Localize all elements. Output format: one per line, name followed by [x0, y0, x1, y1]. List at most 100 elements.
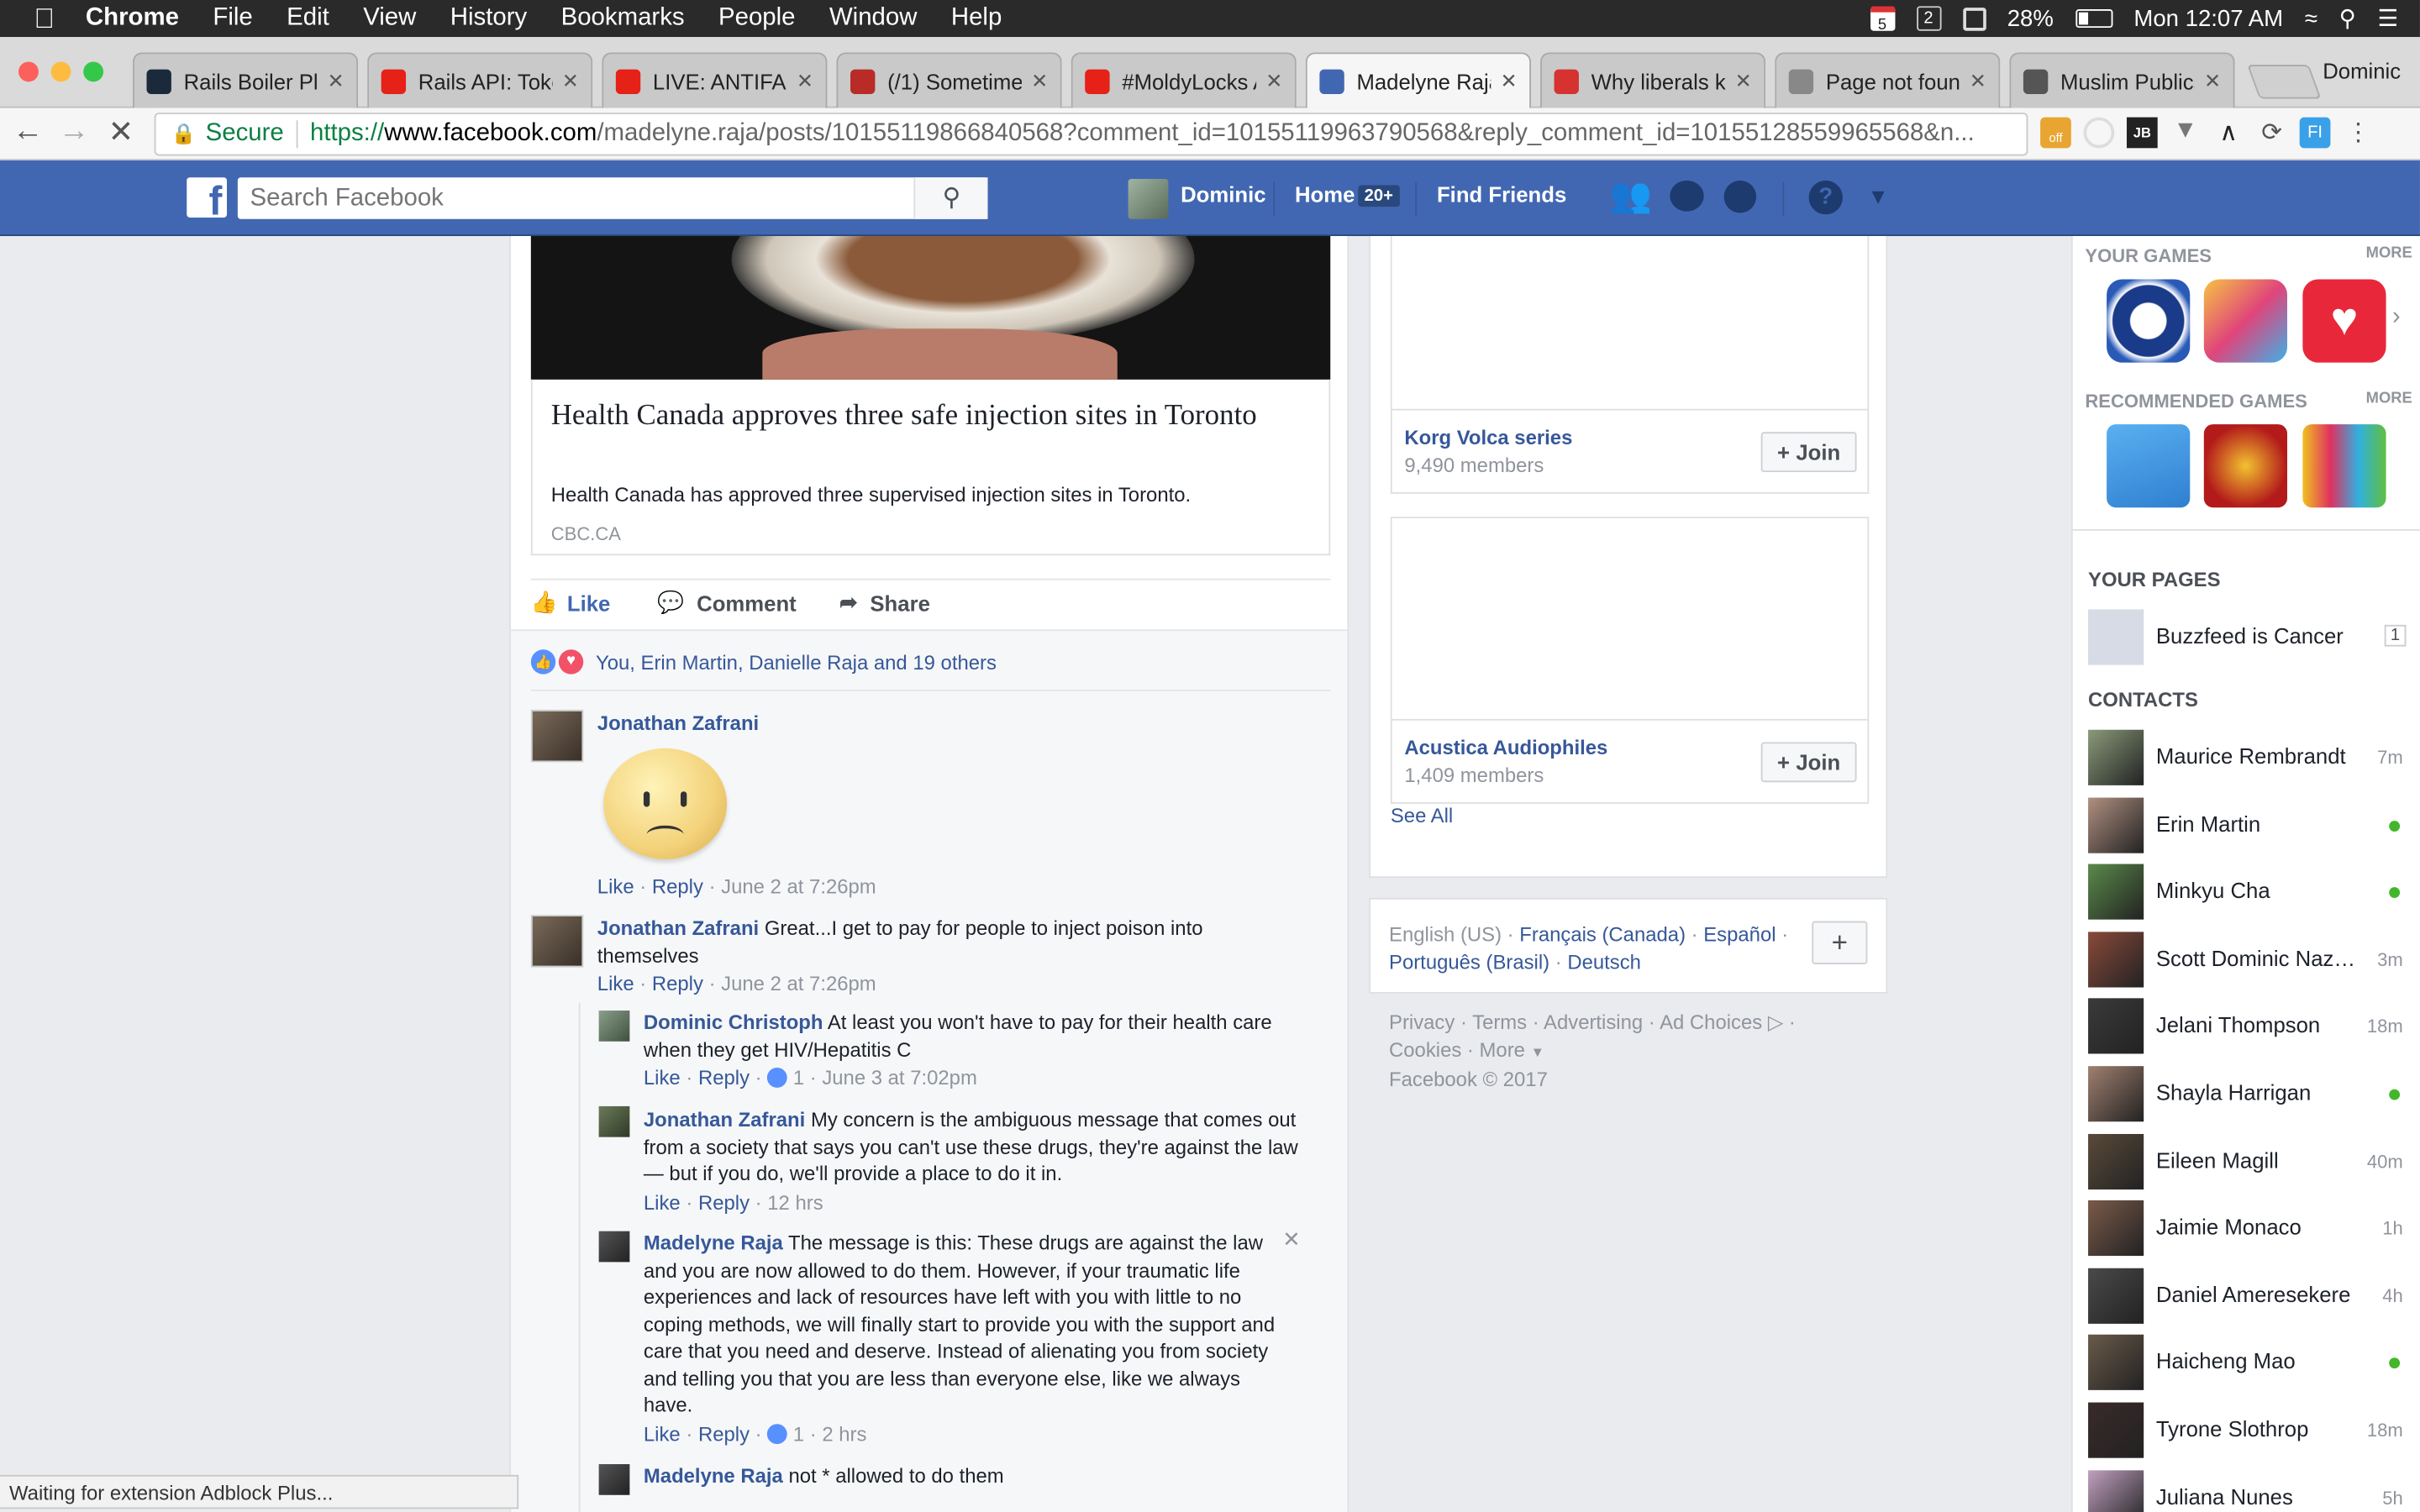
extension-circle-icon[interactable]: [2083, 117, 2115, 149]
contact-item[interactable]: Daniel Ameresekere 4h: [2088, 1268, 2412, 1324]
messenger-icon[interactable]: [1670, 180, 1704, 212]
reply-author[interactable]: Dominic Christoph: [644, 1011, 823, 1034]
reply-avatar[interactable]: [598, 1231, 630, 1263]
search-input[interactable]: [237, 177, 917, 219]
vuejs-extension-icon[interactable]: ▼: [2170, 118, 2201, 149]
contact-item[interactable]: Jelani Thompson 18m: [2088, 999, 2412, 1055]
join-group-button[interactable]: + Join: [1760, 432, 1857, 473]
wifi-icon[interactable]: ≈: [2305, 5, 2317, 31]
contact-item[interactable]: Jaimie Monaco 1h: [2088, 1200, 2412, 1257]
link-title[interactable]: Health Canada approves three safe inject…: [551, 398, 1276, 435]
reply-author[interactable]: Jonathan Zafrani: [644, 1108, 805, 1131]
home-link[interactable]: Home: [1295, 182, 1355, 207]
reply-avatar[interactable]: [598, 1105, 630, 1137]
jb-extension-icon[interactable]: JB: [2126, 117, 2158, 149]
comment-time[interactable]: June 2 at 7:26pm: [721, 874, 876, 898]
share-button[interactable]: ➦ Share: [839, 590, 930, 616]
search-button[interactable]: ⚲: [913, 177, 988, 219]
contact-item[interactable]: Erin Martin: [2088, 796, 2412, 853]
recommended-more-link[interactable]: MORE: [2366, 391, 2412, 407]
browser-tab[interactable]: Muslim Publics ✕: [2009, 52, 2235, 108]
wsop-poker-game-icon[interactable]: [2107, 279, 2191, 363]
find-friends-link[interactable]: Find Friends: [1437, 182, 1566, 207]
menu-people[interactable]: People: [718, 5, 796, 33]
spaces-icon[interactable]: 2: [1916, 6, 1941, 31]
group-name[interactable]: Korg Volca series: [1404, 426, 1572, 449]
friend-requests-icon[interactable]: 👥: [1610, 176, 1652, 216]
contact-item[interactable]: Scott Dominic Nazar... 3m: [2088, 931, 2412, 988]
reply-avatar[interactable]: [598, 1011, 630, 1042]
wave-extension-icon[interactable]: ∧: [2213, 118, 2244, 149]
contact-item[interactable]: Juliana Nunes 5h: [2088, 1469, 2412, 1512]
reply-like-count[interactable]: 1: [793, 1422, 804, 1446]
see-all-link[interactable]: See All: [1391, 804, 1453, 827]
reply-reply-link[interactable]: Reply: [698, 1191, 750, 1215]
reactions-row[interactable]: 👍 ♥ You, Erin Martin, Danielle Raja and …: [530, 649, 997, 675]
account-menu-caret-icon[interactable]: ▼: [1867, 184, 1888, 208]
reply-like-count[interactable]: 1: [793, 1066, 804, 1089]
calendar-icon[interactable]: 5: [1870, 6, 1895, 34]
contact-item[interactable]: Shayla Harrigan: [2088, 1066, 2412, 1122]
contact-item[interactable]: Tyrone Slothrop 18m: [2088, 1402, 2412, 1458]
footer-cookies-link[interactable]: Cookies: [1389, 1037, 1461, 1061]
profile-avatar[interactable]: [1128, 179, 1169, 219]
footer-advertising-link[interactable]: Advertising: [1544, 1011, 1643, 1034]
reply-author[interactable]: Madelyne Raja: [644, 1231, 783, 1255]
reactions-summary[interactable]: You, Erin Martin, Danielle Raja and 19 o…: [596, 650, 997, 674]
close-tab-icon[interactable]: ✕: [328, 69, 345, 93]
link-preview[interactable]: Health Canada approves three safe inject…: [530, 379, 1331, 556]
group-card[interactable]: Acustica Audiophiles 1,409 members + Join: [1390, 517, 1870, 804]
commenter-name[interactable]: Jonathan Zafrani: [597, 916, 759, 940]
browser-tab[interactable]: Rails API: Toke ✕: [367, 52, 593, 108]
menu-window[interactable]: Window: [829, 5, 918, 33]
games-next-arrow-icon[interactable]: ›: [2392, 304, 2401, 332]
profile-link[interactable]: Dominic: [1181, 182, 1265, 207]
close-tab-icon[interactable]: ✕: [562, 69, 579, 93]
browser-tab[interactable]: Rails Boiler Pla ✕: [132, 52, 359, 108]
your-games-more-link[interactable]: MORE: [2366, 245, 2412, 262]
facebook-logo-icon[interactable]: f: [187, 177, 227, 218]
footer-privacy-link[interactable]: Privacy: [1389, 1011, 1455, 1034]
new-tab-button[interactable]: [2247, 65, 2322, 99]
contact-item[interactable]: Eileen Magill 40m: [2088, 1133, 2412, 1189]
browser-tab[interactable]: Page not found ✕: [1775, 52, 2001, 108]
heart-game-icon[interactable]: ♥: [2302, 279, 2386, 363]
husky-game-icon[interactable]: [2107, 424, 2191, 508]
spotlight-icon[interactable]: ⚲: [2339, 5, 2356, 32]
apple-icon[interactable]: : [34, 3, 55, 35]
like-button[interactable]: 👍 Like: [531, 590, 611, 616]
close-tab-icon[interactable]: ✕: [1031, 69, 1048, 93]
reply-like-link[interactable]: Like: [644, 1066, 681, 1089]
browser-tab[interactable]: (/1) Sometimes ✕: [836, 52, 1062, 108]
slots-game-icon[interactable]: [2203, 424, 2287, 508]
menu-view[interactable]: View: [363, 5, 416, 33]
comment-time[interactable]: June 2 at 7:26pm: [721, 972, 876, 995]
commenter-avatar[interactable]: [530, 915, 584, 968]
menu-bookmarks[interactable]: Bookmarks: [561, 5, 685, 33]
join-group-button[interactable]: + Join: [1760, 742, 1857, 783]
page-item[interactable]: Buzzfeed is Cancer 1: [2088, 609, 2412, 665]
language-link[interactable]: Español: [1703, 922, 1776, 946]
profile-name[interactable]: Dominic: [2323, 59, 2401, 83]
close-tab-icon[interactable]: ✕: [1970, 69, 1986, 93]
language-link[interactable]: Français (Canada): [1519, 922, 1686, 946]
stop-loading-icon[interactable]: ✕: [108, 113, 134, 151]
menu-edit[interactable]: Edit: [287, 5, 329, 33]
reply-avatar[interactable]: [598, 1464, 630, 1495]
commenter-avatar[interactable]: [530, 709, 584, 763]
chrome-menu-icon[interactable]: ⋮: [2343, 118, 2374, 149]
footer-terms-link[interactable]: Terms: [1472, 1011, 1527, 1034]
fi-extension-icon[interactable]: FI: [2299, 117, 2331, 149]
comment-like-link[interactable]: Like: [597, 874, 634, 898]
screen-icon[interactable]: [1962, 7, 1986, 30]
reply-time[interactable]: 12 hrs: [767, 1191, 823, 1215]
browser-tab[interactable]: Why liberals ke ✕: [1540, 52, 1766, 108]
browser-tab[interactable]: Madelyne Raja ✕: [1305, 52, 1532, 108]
comment-like-link[interactable]: Like: [597, 972, 634, 995]
menu-file[interactable]: File: [213, 5, 252, 33]
commenter-name[interactable]: Jonathan Zafrani: [597, 711, 759, 735]
reply-like-link[interactable]: Like: [644, 1191, 681, 1215]
notification-center-icon[interactable]: ☰: [2378, 5, 2399, 32]
group-name[interactable]: Acustica Audiophiles: [1404, 736, 1607, 759]
delete-reply-icon[interactable]: ✕: [1282, 1226, 1301, 1252]
